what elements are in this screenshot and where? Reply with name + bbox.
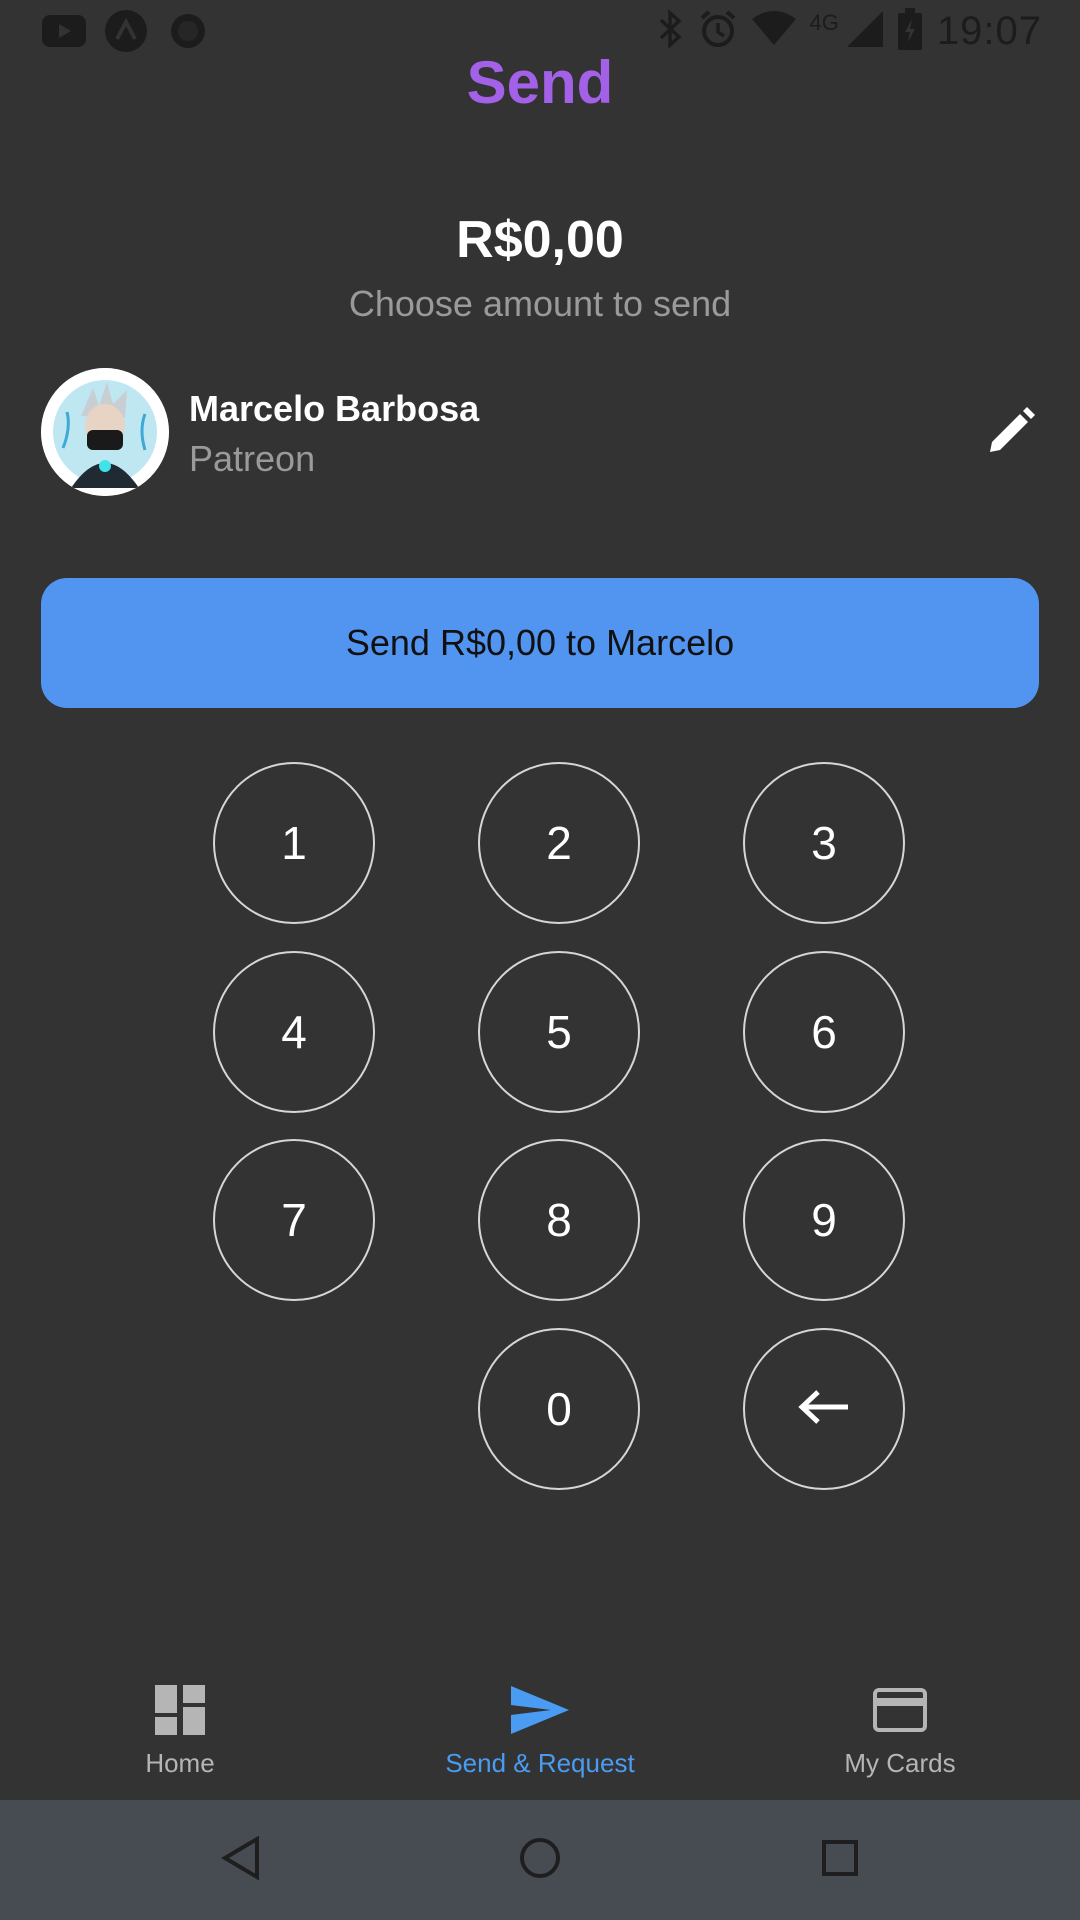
back-triangle-icon: [221, 1834, 261, 1885]
recents-square-icon: [820, 1838, 860, 1883]
nav-label-my-cards: My Cards: [844, 1748, 956, 1778]
keypad-key-7[interactable]: 7: [213, 1139, 375, 1301]
signal-icon: [846, 10, 883, 52]
bluetooth-icon: [658, 8, 684, 54]
avatar: [41, 368, 169, 496]
circle-icon: [166, 9, 210, 53]
keypad-backspace-button[interactable]: [743, 1328, 905, 1490]
page-title: Send: [466, 49, 614, 116]
home-circle-icon: [518, 1836, 562, 1885]
nav-label-send-request: Send & Request: [445, 1748, 635, 1778]
send-icon: [511, 1682, 569, 1738]
network-type-label: 4G: [809, 10, 839, 35]
status-left-icons: [42, 10, 210, 52]
arrow-left-icon: [798, 1382, 850, 1436]
keypad-key-2[interactable]: 2: [478, 762, 640, 924]
pencil-icon: [988, 406, 1036, 459]
nav-item-send-request[interactable]: Send & Request: [390, 1660, 690, 1800]
dashboard-icon: [155, 1682, 205, 1738]
keypad-key-3[interactable]: 3: [743, 762, 905, 924]
send-button[interactable]: Send R$0,00 to Marcelo: [41, 578, 1039, 708]
nav-item-my-cards[interactable]: My Cards: [750, 1660, 1050, 1800]
back-button[interactable]: [211, 1830, 271, 1890]
keypad-key-8[interactable]: 8: [478, 1139, 640, 1301]
status-time: 19:07: [936, 8, 1042, 53]
keypad-key-1[interactable]: 1: [213, 762, 375, 924]
nav-item-home[interactable]: Home: [30, 1660, 330, 1800]
app-icon: [104, 9, 148, 53]
keypad-key-0[interactable]: 0: [478, 1328, 640, 1490]
wifi-icon: [751, 10, 796, 52]
keypad-key-5[interactable]: 5: [478, 951, 640, 1113]
home-button[interactable]: [510, 1830, 570, 1890]
system-nav-bar: [0, 1800, 1080, 1920]
keypad-key-9[interactable]: 9: [743, 1139, 905, 1301]
bottom-nav: Home Send & Request My Cards: [0, 1660, 1080, 1800]
credit-card-icon: [873, 1682, 927, 1738]
amount-hint: Choose amount to send: [348, 283, 732, 324]
youtube-icon: [42, 9, 86, 53]
alarm-icon: [698, 9, 738, 54]
keypad-key-4[interactable]: 4: [213, 951, 375, 1113]
nav-label-home: Home: [145, 1748, 215, 1778]
recipient-name: Marcelo Barbosa: [189, 388, 480, 429]
recipient-subtitle: Patreon: [189, 438, 316, 479]
amount-value: R$0,00: [456, 211, 624, 269]
send-screen: 4G 19:07 Send R$0,00 Choose amount to se…: [0, 0, 1080, 1920]
edit-recipient-button[interactable]: [984, 404, 1040, 460]
recipient-row: Marcelo Barbosa Patreon: [41, 368, 1040, 496]
recents-button[interactable]: [810, 1830, 870, 1890]
keypad-key-6[interactable]: 6: [743, 951, 905, 1113]
